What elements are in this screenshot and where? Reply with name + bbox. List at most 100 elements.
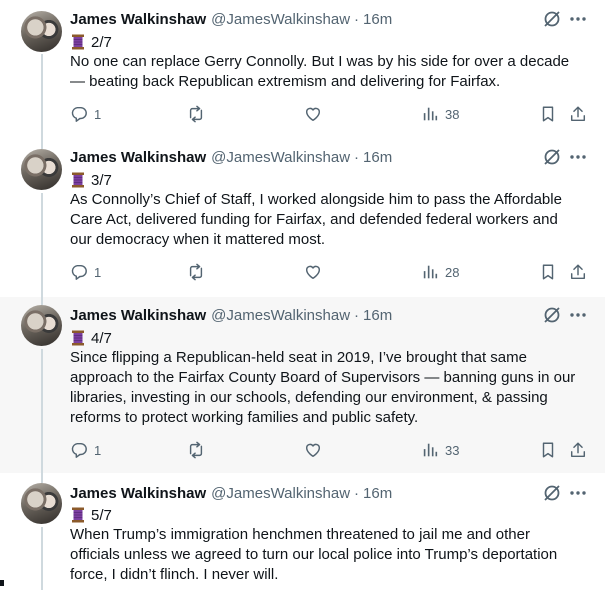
author-name[interactable]: James Walkinshaw <box>70 485 206 502</box>
tweet-text-line: — beating back Republican extremism and … <box>70 73 501 90</box>
grok-icon[interactable] <box>542 9 562 29</box>
share-button[interactable] <box>569 440 587 460</box>
more-icon[interactable] <box>568 9 588 29</box>
tweet-header: James Walkinshaw @JamesWalkinshaw · 16m <box>70 483 392 503</box>
tweet-text-line: our democracy when it mattered most. <box>70 231 326 248</box>
tweet-text-line: force, I didn’t flinch. I never will. <box>70 566 279 583</box>
views-icon <box>423 443 438 457</box>
reply-count: 1 <box>94 264 102 280</box>
author-handle[interactable]: @JamesWalkinshaw <box>211 11 350 28</box>
author-name[interactable]: James Walkinshaw <box>70 11 206 28</box>
share-button[interactable] <box>569 262 587 282</box>
author-handle[interactable]: @JamesWalkinshaw <box>211 149 350 166</box>
separator-dot: · <box>354 306 360 324</box>
tweet-text-line: When Trump’s immigration henchmen threat… <box>70 526 530 543</box>
tweet-header: James Walkinshaw @JamesWalkinshaw · 16m <box>70 305 392 325</box>
thread-connector <box>41 140 43 149</box>
tweet-text-line: approach to the Fairfax County Board of … <box>70 369 576 386</box>
author-handle[interactable]: @JamesWalkinshaw <box>211 485 350 502</box>
tweet-text-line: reforms to protect working families and … <box>70 409 419 426</box>
tweet-header: James Walkinshaw @JamesWalkinshaw · 16m <box>70 147 392 167</box>
tweet-5-of-7[interactable]: James Walkinshaw @JamesWalkinshaw · 16m … <box>0 473 605 590</box>
repost-button[interactable] <box>187 262 205 282</box>
reply-icon <box>71 106 87 122</box>
tweet-4-of-7[interactable]: James Walkinshaw @JamesWalkinshaw · 16m … <box>0 297 605 473</box>
bookmark-icon <box>542 106 554 122</box>
thread-index-label: 3/7 <box>91 171 112 189</box>
grok-icon[interactable] <box>542 147 562 167</box>
like-icon <box>305 443 321 458</box>
avatar[interactable] <box>21 483 62 524</box>
tweet-2-of-7[interactable]: James Walkinshaw @JamesWalkinshaw · 16m … <box>0 0 605 140</box>
views-icon <box>423 107 438 121</box>
spool-of-thread-icon <box>70 330 86 346</box>
timestamp[interactable]: 16m <box>363 307 392 324</box>
share-icon <box>570 106 586 122</box>
spool-of-thread-icon <box>70 172 86 188</box>
thread-connector <box>41 473 43 483</box>
more-icon[interactable] <box>568 147 588 167</box>
tweet-text-line: libraries, investing in our schools, def… <box>70 389 548 406</box>
more-icon[interactable] <box>568 483 588 503</box>
timestamp[interactable]: 16m <box>363 11 392 28</box>
repost-button[interactable] <box>187 440 205 460</box>
bookmark-button[interactable] <box>539 440 557 460</box>
views-button[interactable]: 38 <box>421 104 459 124</box>
reply-icon <box>71 442 87 458</box>
author-handle[interactable]: @JamesWalkinshaw <box>211 307 350 324</box>
reply-icon <box>71 264 87 280</box>
thread-index-label: 2/7 <box>91 33 112 51</box>
thread-index-label: 5/7 <box>91 506 112 524</box>
thread-connector <box>41 527 43 590</box>
thread-index: 5/7 <box>70 505 112 525</box>
thread-index: 2/7 <box>70 32 112 52</box>
tweet-text: Since flipping a Republican-held seat in… <box>70 348 595 428</box>
views-button[interactable]: 28 <box>421 262 459 282</box>
thread-index: 4/7 <box>70 328 112 348</box>
views-count: 38 <box>445 106 460 122</box>
views-button[interactable]: 33 <box>421 440 459 460</box>
tweet-3-of-7[interactable]: James Walkinshaw @JamesWalkinshaw · 16m … <box>0 140 605 297</box>
repost-button[interactable] <box>187 104 205 124</box>
views-icon <box>423 265 438 279</box>
repost-icon <box>189 105 203 123</box>
timestamp[interactable]: 16m <box>363 485 392 502</box>
share-button[interactable] <box>569 104 587 124</box>
tweet-text: No one can replace Gerry Connolly. But I… <box>70 52 595 92</box>
like-icon <box>305 265 321 280</box>
thread-index: 3/7 <box>70 170 112 190</box>
bookmark-button[interactable] <box>539 104 557 124</box>
share-icon <box>570 264 586 280</box>
reply-button[interactable]: 1 <box>70 440 101 460</box>
tweet-text-line: As Connolly’s Chief of Staff, I worked a… <box>70 191 562 208</box>
thread-connector <box>41 297 43 305</box>
avatar[interactable] <box>21 305 62 346</box>
separator-dot: · <box>354 10 360 28</box>
timestamp[interactable]: 16m <box>363 149 392 166</box>
separator-dot: · <box>354 484 360 502</box>
reply-button[interactable]: 1 <box>70 104 101 124</box>
avatar[interactable] <box>21 11 62 52</box>
reply-count: 1 <box>94 442 102 458</box>
share-icon <box>570 442 586 458</box>
tweet-text-line: Since flipping a Republican-held seat in… <box>70 349 527 366</box>
avatar[interactable] <box>21 149 62 190</box>
bookmark-button[interactable] <box>539 262 557 282</box>
bookmark-icon <box>542 264 554 280</box>
like-button[interactable] <box>304 440 322 460</box>
like-icon <box>305 107 321 122</box>
grok-icon[interactable] <box>542 305 562 325</box>
like-button[interactable] <box>304 262 322 282</box>
grok-icon[interactable] <box>542 483 562 503</box>
more-icon[interactable] <box>568 305 588 325</box>
repost-icon <box>189 441 203 459</box>
reply-button[interactable]: 1 <box>70 262 101 282</box>
thread-index-label: 4/7 <box>91 329 112 347</box>
tweet-text-line: Care Act, delivered funding for Fairfax,… <box>70 211 558 228</box>
author-name[interactable]: James Walkinshaw <box>70 149 206 166</box>
thread-connector <box>41 54 43 140</box>
bookmark-icon <box>542 442 554 458</box>
like-button[interactable] <box>304 104 322 124</box>
author-name[interactable]: James Walkinshaw <box>70 307 206 324</box>
edge-marker <box>0 580 4 586</box>
